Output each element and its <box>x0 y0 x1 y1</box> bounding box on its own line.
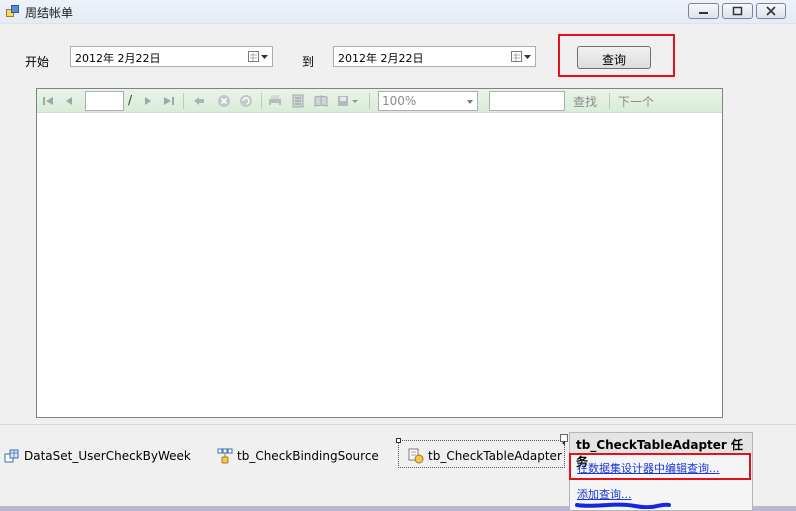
tray-item-label: tb_CheckTableAdapter <box>428 449 562 463</box>
print-icon[interactable] <box>268 94 282 108</box>
end-date-picker[interactable]: 2012年 2月22日 <box>333 46 536 67</box>
page-number-input[interactable] <box>85 91 124 111</box>
start-date-value: 2012年 2月22日 <box>75 52 161 65</box>
blue-scribble-mark <box>575 502 671 509</box>
window-title: 周结帐单 <box>25 6 74 20</box>
find-link[interactable]: 查找 <box>573 93 597 110</box>
last-page-icon[interactable] <box>162 94 176 108</box>
end-date-value: 2012年 2月22日 <box>338 52 424 65</box>
minimize-icon <box>699 12 708 14</box>
tray-item-table-adapter[interactable]: tb_CheckTableAdapter <box>408 448 562 464</box>
dataset-icon <box>4 449 19 463</box>
page-setup-icon[interactable] <box>314 94 328 108</box>
close-icon <box>766 6 776 16</box>
find-next-link[interactable]: 下一个 <box>618 93 654 110</box>
tray-item-label: DataSet_UserCheckByWeek <box>24 449 191 463</box>
back-icon[interactable] <box>192 94 206 108</box>
to-label: 到 <box>302 55 315 69</box>
minimize-button[interactable] <box>688 3 719 19</box>
first-page-icon[interactable] <box>41 94 55 108</box>
smart-tag-arrow[interactable] <box>560 434 568 446</box>
resize-handle[interactable] <box>396 438 401 443</box>
form-icon <box>6 5 19 17</box>
tray-item-binding-source[interactable]: tb_CheckBindingSource <box>217 448 379 464</box>
find-text-input[interactable] <box>489 91 565 111</box>
start-label: 开始 <box>25 55 50 69</box>
table-adapter-icon <box>408 448 424 464</box>
zoom-select[interactable]: 100% <box>378 91 478 111</box>
zoom-value: 100% <box>382 94 417 108</box>
toolbar-separator <box>261 93 262 109</box>
export-icon[interactable] <box>337 94 359 108</box>
report-toolbar: / 100% 查找 下一个 <box>37 89 722 113</box>
close-button[interactable] <box>756 3 786 19</box>
form-window: 周结帐单 开始 2012年 2月22日 到 2012年 2月22日 查询 / 1… <box>0 0 796 424</box>
tray-item-dataset[interactable]: DataSet_UserCheckByWeek <box>4 448 191 464</box>
tray-item-label: tb_CheckBindingSource <box>237 449 379 463</box>
report-canvas <box>37 114 722 417</box>
calendar-dropdown-icon[interactable] <box>509 49 533 64</box>
chevron-left-icon <box>562 440 565 446</box>
page-separator: / <box>128 93 133 107</box>
title-bar: 周结帐单 <box>0 0 796 24</box>
toolbar-separator <box>609 93 610 109</box>
add-query-link[interactable]: 添加查询... <box>577 486 632 502</box>
maximize-button[interactable] <box>722 3 753 19</box>
maximize-icon <box>732 6 743 16</box>
start-date-picker[interactable]: 2012年 2月22日 <box>70 46 273 67</box>
next-page-icon[interactable] <box>141 94 155 108</box>
binding-source-icon <box>217 448 233 464</box>
query-button[interactable]: 查询 <box>577 46 651 69</box>
toolbar-separator <box>183 93 184 109</box>
calendar-dropdown-icon[interactable] <box>246 49 270 64</box>
smart-tag-title: tb_CheckTableAdapter 任务 <box>570 433 752 469</box>
chevron-down-icon <box>467 100 473 104</box>
refresh-icon[interactable] <box>239 94 253 108</box>
toolbar-separator <box>369 93 370 109</box>
highlight-box-edit-query <box>569 453 751 480</box>
print-layout-icon[interactable] <box>291 94 305 108</box>
report-viewer: / 100% 查找 下一个 <box>36 88 723 418</box>
prev-page-icon[interactable] <box>62 94 76 108</box>
stop-icon[interactable] <box>217 94 231 108</box>
